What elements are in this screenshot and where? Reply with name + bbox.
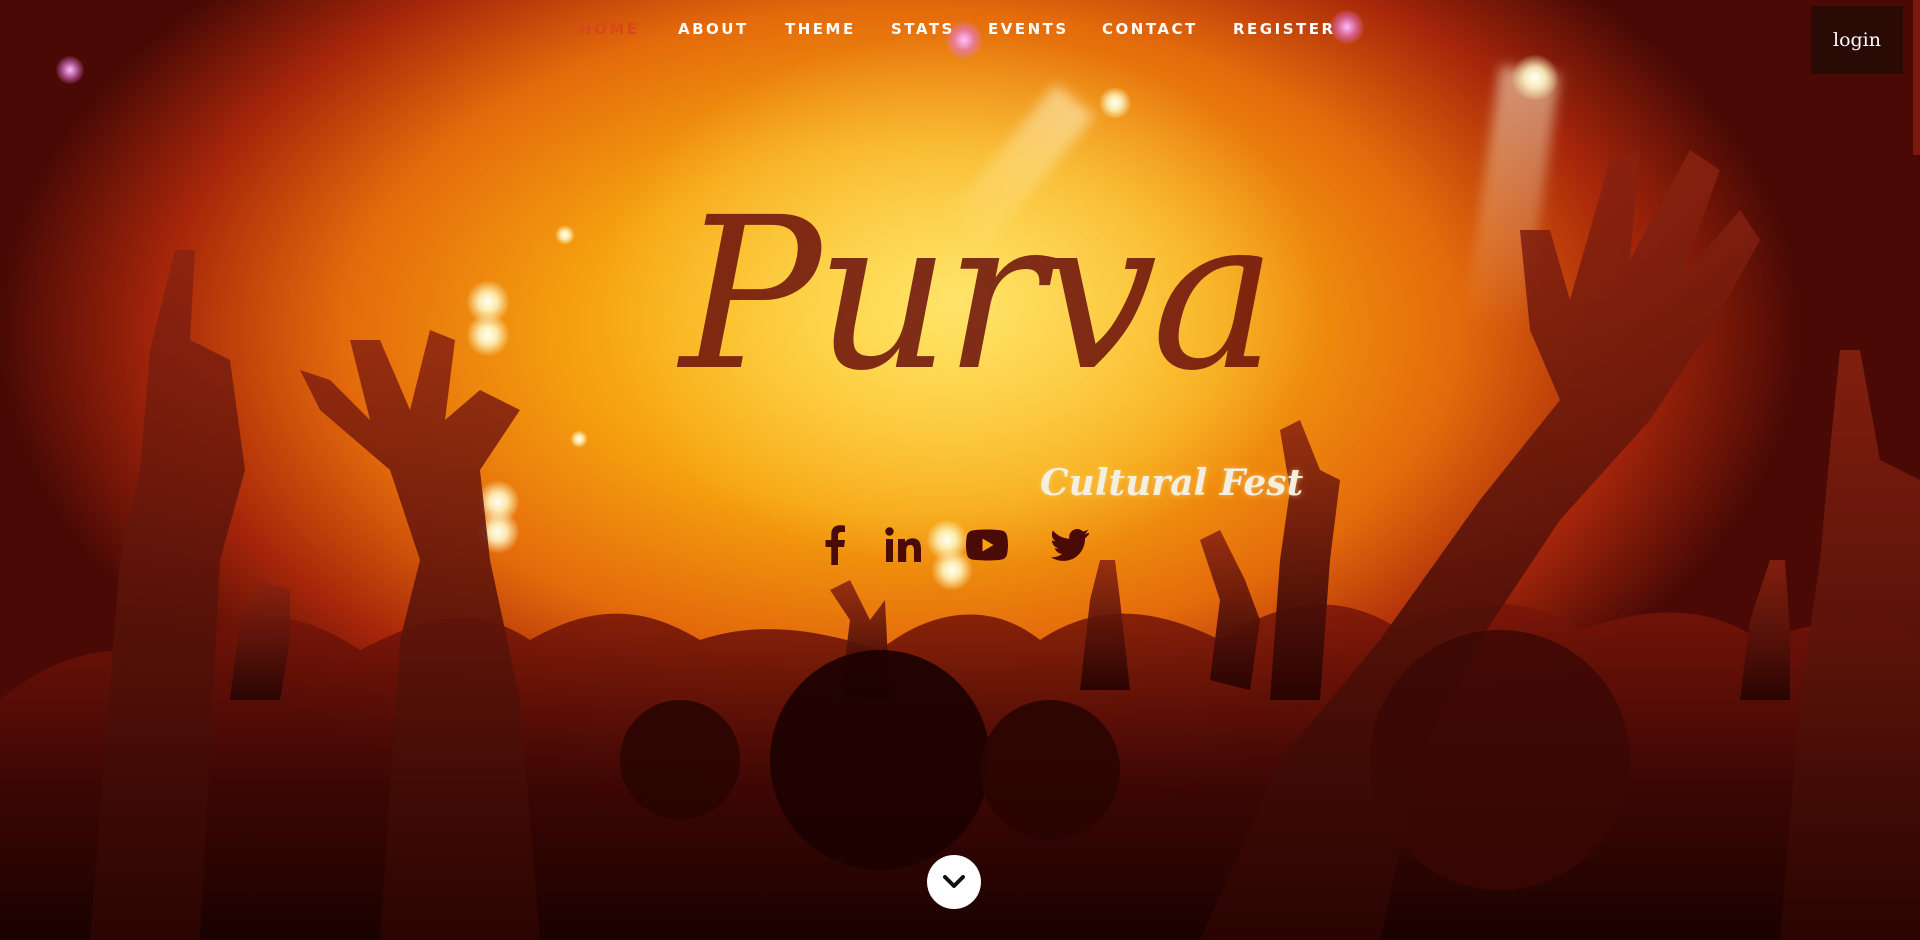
chevron-down-icon (943, 875, 965, 888)
youtube-icon[interactable] (964, 522, 1010, 568)
nav-register[interactable]: REGISTER (1233, 20, 1336, 38)
nav-theme[interactable]: THEME (785, 20, 856, 38)
crowd-silhouette (0, 150, 1920, 940)
hero-section: HOME ABOUT THEME STATS EVENTS CONTACT RE… (0, 0, 1920, 940)
nav-stats[interactable]: STATS (891, 20, 955, 38)
linkedin-icon[interactable] (884, 522, 924, 568)
login-button[interactable]: login (1811, 6, 1903, 74)
twitter-icon[interactable] (1050, 522, 1090, 568)
main-nav: HOME ABOUT THEME STATS EVENTS CONTACT RE… (0, 20, 1920, 42)
nav-about[interactable]: ABOUT (678, 20, 749, 38)
hero-subtitle: Cultural Fest (1040, 462, 1304, 504)
scroll-down-button[interactable] (927, 855, 981, 909)
nav-contact[interactable]: CONTACT (1102, 20, 1198, 38)
nav-events[interactable]: EVENTS (988, 20, 1069, 38)
nav-home[interactable]: HOME (579, 20, 639, 38)
hero-title: Purva (680, 172, 1277, 417)
facebook-icon[interactable] (818, 522, 852, 568)
scrollbar-thumb[interactable] (1913, 0, 1920, 155)
